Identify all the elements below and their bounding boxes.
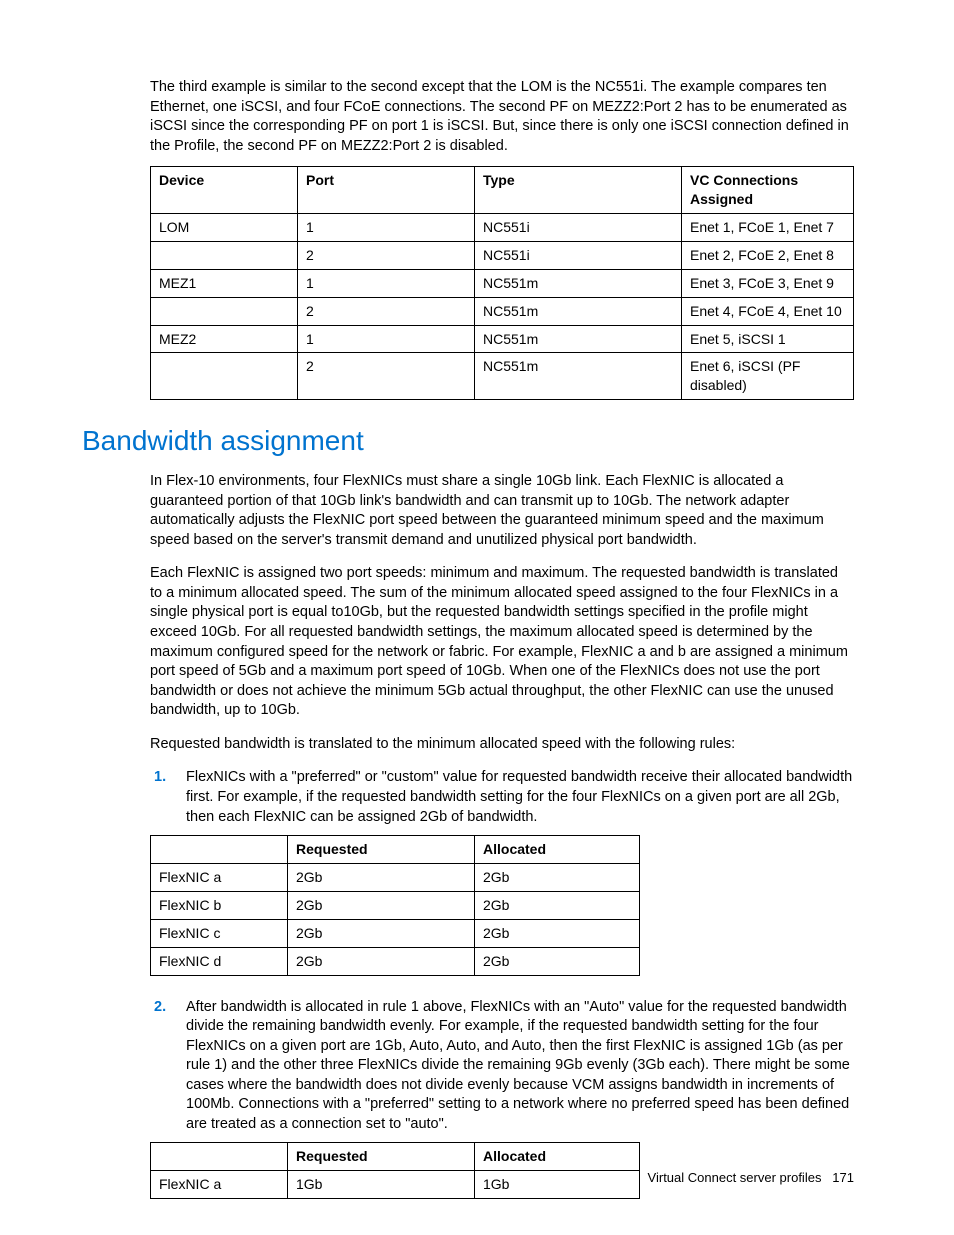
- table-row: FlexNIC a2Gb2Gb: [151, 863, 640, 891]
- intro-paragraph: The third example is similar to the seco…: [150, 78, 854, 156]
- bandwidth-table-1: Requested Allocated FlexNIC a2Gb2Gb Flex…: [150, 835, 640, 975]
- table-row: FlexNIC c2Gb2Gb: [151, 919, 640, 947]
- table-header-row: Device Port Type VC Connections Assigned: [151, 167, 854, 214]
- table-row: FlexNIC a1Gb1Gb: [151, 1171, 640, 1199]
- col-allocated: Allocated: [475, 836, 640, 864]
- rule-item-1: FlexNICs with a "preferred" or "custom" …: [178, 768, 854, 827]
- col-requested: Requested: [288, 836, 475, 864]
- table-row: FlexNIC d2Gb2Gb: [151, 947, 640, 975]
- col-requested: Requested: [288, 1143, 475, 1171]
- table-row: 2NC551mEnet 4, FCoE 4, Enet 10: [151, 297, 854, 325]
- page-number: 171: [832, 1170, 854, 1185]
- col-port: Port: [298, 167, 475, 214]
- table-row: MEZ11NC551mEnet 3, FCoE 3, Enet 9: [151, 269, 854, 297]
- paragraph-2: Each FlexNIC is assigned two port speeds…: [150, 564, 854, 721]
- device-port-table: Device Port Type VC Connections Assigned…: [150, 166, 854, 400]
- footer-text: Virtual Connect server profiles: [648, 1170, 822, 1185]
- col-allocated: Allocated: [475, 1143, 640, 1171]
- paragraph-3: Requested bandwidth is translated to the…: [150, 735, 854, 755]
- col-blank: [151, 836, 288, 864]
- table-row: MEZ21NC551mEnet 5, iSCSI 1: [151, 325, 854, 353]
- bandwidth-table-2: Requested Allocated FlexNIC a1Gb1Gb: [150, 1142, 640, 1199]
- intro-text: The third example is similar to the seco…: [150, 78, 854, 156]
- table-row: 2NC551iEnet 2, FCoE 2, Enet 8: [151, 241, 854, 269]
- col-device: Device: [151, 167, 298, 214]
- paragraph-1: In Flex-10 environments, four FlexNICs m…: [150, 472, 854, 550]
- col-type: Type: [475, 167, 682, 214]
- col-vc: VC Connections Assigned: [682, 167, 854, 214]
- table-header-row: Requested Allocated: [151, 1143, 640, 1171]
- table-row: FlexNIC b2Gb2Gb: [151, 891, 640, 919]
- rule-item-2: After bandwidth is allocated in rule 1 a…: [178, 998, 854, 1135]
- page-footer: Virtual Connect server profiles 171: [648, 1169, 854, 1187]
- col-blank: [151, 1143, 288, 1171]
- table-header-row: Requested Allocated: [151, 836, 640, 864]
- table-row: LOM1NC551iEnet 1, FCoE 1, Enet 7: [151, 214, 854, 242]
- table-row: 2NC551mEnet 6, iSCSI (PF disabled): [151, 353, 854, 400]
- section-heading: Bandwidth assignment: [82, 422, 854, 460]
